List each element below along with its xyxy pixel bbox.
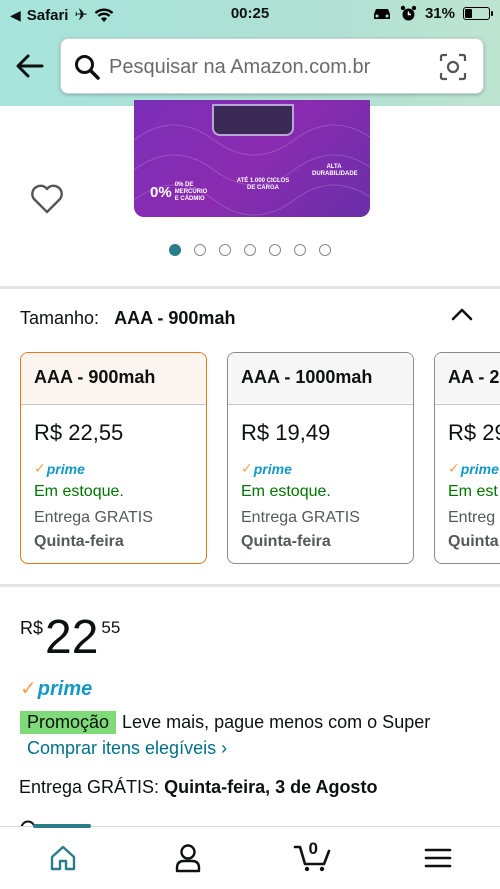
alarm-icon: [400, 5, 417, 21]
option-delivery-day: Quinta: [448, 533, 499, 550]
label-mercury: 0% DE MERCÚRIO E CÁDMIO: [174, 182, 208, 203]
prime-logo: ✓ prime: [241, 460, 292, 477]
option-title: AA - 2: [435, 353, 500, 405]
option-price: R$ 29: [448, 420, 500, 445]
size-selector-label: Tamanho: AAA - 900mah: [20, 308, 236, 328]
nav-cart[interactable]: 0: [283, 833, 343, 883]
option-price: R$ 22,55: [34, 420, 124, 445]
option-title: AAA - 1000mah: [228, 353, 413, 405]
selected-size: AAA - 900mah: [114, 308, 236, 328]
car-icon: [373, 8, 390, 19]
battery-fill: [465, 9, 472, 18]
battery-pack-image: [212, 104, 294, 136]
promotion: Promoção Leve mais, pague menos com o Su…: [20, 711, 430, 734]
header: ◀ Safari ✈ 00:25 31%: [0, 0, 500, 106]
price-integer: 22: [45, 611, 99, 664]
active-tab-indicator: [33, 824, 91, 828]
promotion-badge: Promoção: [20, 711, 117, 734]
carousel-dot[interactable]: [294, 244, 306, 256]
price-cents: 55: [101, 618, 121, 637]
product-price: R$ 22 55: [20, 614, 120, 662]
carousel-dot[interactable]: [244, 244, 256, 256]
product-image[interactable]: 0% 0% DE MERCÚRIO E CÁDMIO ATÉ 1.000 CIC…: [134, 100, 370, 217]
divider: [0, 584, 500, 587]
option-shipping: Entrega GRATIS: [241, 509, 360, 526]
carousel-dot[interactable]: [319, 244, 331, 256]
prime-logo: ✓ prime: [448, 460, 499, 477]
carousel-dot[interactable]: [269, 244, 281, 256]
option-stock: Em estoque.: [34, 483, 124, 500]
label-durability: ALTA DURABILIDADE: [312, 164, 358, 178]
account-icon: [175, 844, 200, 873]
nav-account[interactable]: [158, 833, 218, 883]
heart-icon[interactable]: [30, 183, 64, 215]
search-input[interactable]: [109, 49, 429, 85]
home-icon: [50, 845, 75, 871]
size-option-aa[interactable]: AA - 2 R$ 29 ✓prime Em est Entreg Quinta: [434, 352, 500, 564]
size-options: AAA - 900mah R$ 22,55 ✓ prime Em estoque.…: [20, 352, 500, 564]
search-icon[interactable]: [73, 53, 101, 81]
delivery-info: Entrega GRÁTIS: Quinta-feira, 3 de Agost…: [19, 777, 378, 797]
option-delivery-day: Quinta-feira: [241, 533, 331, 550]
menu-icon: [424, 848, 451, 868]
camera-scan-icon[interactable]: [439, 53, 467, 81]
prime-logo: ✓ prime: [20, 678, 93, 700]
price-currency: R$: [20, 618, 44, 638]
carousel-dot[interactable]: [219, 244, 231, 256]
option-stock: Em estoque.: [241, 483, 331, 500]
option-stock: Em est: [448, 483, 498, 500]
battery-icon: [463, 7, 493, 20]
promotion-text: Leve mais, pague menos com o Super: [122, 712, 431, 732]
back-arrow-icon[interactable]: [14, 52, 46, 80]
option-price: R$ 19,49: [241, 420, 331, 445]
carousel-dot[interactable]: [169, 244, 181, 256]
chevron-up-icon[interactable]: [450, 306, 474, 322]
bottom-navigation: 0: [0, 824, 500, 889]
eligible-items-link[interactable]: Comprar itens elegíveis ›: [27, 738, 227, 759]
size-option-aaa-1000[interactable]: AAA - 1000mah R$ 19,49 ✓ prime Em estoque…: [227, 352, 414, 564]
search-bar[interactable]: [60, 38, 484, 94]
carousel-dot[interactable]: [194, 244, 206, 256]
status-bar: ◀ Safari ✈ 00:25 31%: [0, 0, 500, 30]
option-shipping: Entrega GRATIS: [34, 509, 153, 526]
nav-menu[interactable]: [408, 833, 468, 883]
cart-count: 0: [308, 839, 318, 858]
option-shipping: Entreg: [448, 509, 496, 526]
label-cycles: ATÉ 1.000 CICLOS DE CARGA: [236, 178, 290, 192]
option-title: AAA - 900mah: [21, 353, 206, 405]
battery-percent: 31%: [424, 5, 455, 22]
nav-home[interactable]: [33, 833, 93, 883]
divider: [0, 286, 500, 289]
prime-logo: ✓ prime: [34, 460, 85, 477]
size-option-aaa-900[interactable]: AAA - 900mah R$ 22,55 ✓ prime Em estoque.…: [20, 352, 207, 564]
option-delivery-day: Quinta-feira: [34, 533, 124, 550]
carousel-indicator[interactable]: [0, 244, 500, 256]
delivery-date: Quinta-feira, 3 de Agosto: [164, 777, 378, 797]
